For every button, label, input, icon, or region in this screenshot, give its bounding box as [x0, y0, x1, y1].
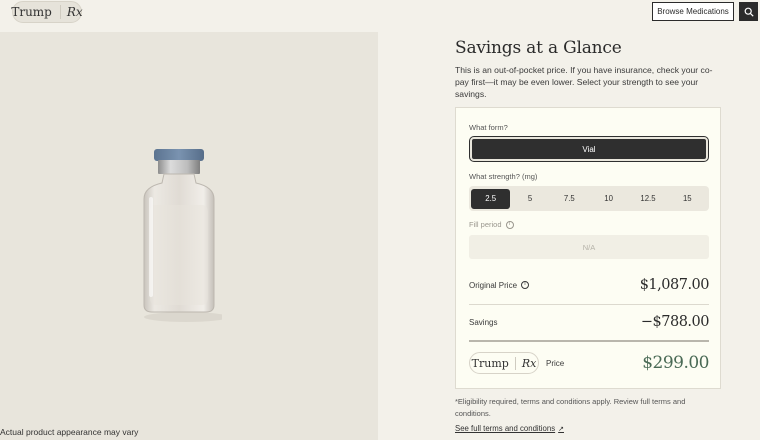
vial-image: [138, 147, 228, 322]
info-icon[interactable]: i: [521, 281, 530, 289]
fill-period-label: Fill period i: [469, 220, 514, 229]
original-price-label: Original Price i: [469, 280, 530, 290]
strength-option-5[interactable]: 5: [510, 189, 549, 209]
strength-option-12-5[interactable]: 12.5: [628, 189, 667, 209]
logo-word: Trump: [11, 5, 52, 19]
product-image-panel: [0, 32, 378, 440]
original-price-value: $1,087.00: [639, 277, 710, 293]
logo-rx: Rx: [59, 5, 83, 19]
strength-option-2-5[interactable]: 2.5: [471, 188, 511, 209]
page-title: Savings at a Glance: [455, 38, 622, 58]
savings-value: −$788.00: [640, 314, 710, 330]
final-price-label-group: Trump Rx Price: [469, 352, 564, 374]
external-link-icon: ↗: [558, 425, 564, 433]
form-option-vial[interactable]: Vial: [469, 136, 709, 162]
terms-link-text: See full terms and conditions: [455, 424, 556, 433]
mini-logo-rx: Rx: [514, 356, 536, 370]
final-price-label: Price: [546, 358, 565, 368]
image-caption: Actual product appearance may vary: [0, 427, 139, 437]
original-price-text: Original Price: [469, 280, 518, 290]
savings-label: Savings: [469, 317, 498, 327]
savings-row: Savings −$788.00: [469, 314, 710, 330]
trumprx-mini-logo: Trump Rx: [469, 352, 539, 374]
form-label: What form?: [469, 123, 508, 132]
search-icon: [744, 7, 754, 17]
search-button[interactable]: [739, 2, 758, 21]
final-price-row: Trump Rx Price $299.00: [469, 351, 709, 375]
divider: [469, 304, 709, 305]
top-header: Trump Rx Browse Medications: [0, 0, 760, 28]
browse-medications-button[interactable]: Browse Medications: [652, 2, 734, 21]
trumprx-logo[interactable]: Trump Rx: [11, 1, 83, 23]
intro-text: This is an out-of-pocket price. If you h…: [455, 65, 713, 100]
strength-label: What strength? (mg): [469, 172, 538, 181]
fill-period-field: N/A: [469, 235, 709, 259]
original-price-row: Original Price i $1,087.00: [469, 277, 710, 293]
strength-selector: 2.5 5 7.5 10 12.5 15: [469, 186, 709, 211]
info-icon[interactable]: i: [505, 220, 514, 229]
savings-card: What form? Vial What strength? (mg) 2.5 …: [455, 107, 721, 389]
strength-option-15[interactable]: 15: [668, 189, 707, 209]
strength-option-7-5[interactable]: 7.5: [550, 189, 589, 209]
divider: [469, 340, 709, 342]
mini-logo-word: Trump: [471, 356, 509, 370]
final-price-value: $299.00: [642, 353, 709, 373]
terms-link[interactable]: See full terms and conditions ↗: [455, 424, 564, 433]
strength-option-10[interactable]: 10: [589, 189, 628, 209]
eligibility-note: *Eligibility required, terms and conditi…: [455, 397, 686, 418]
fill-period-text: Fill period: [469, 220, 502, 229]
